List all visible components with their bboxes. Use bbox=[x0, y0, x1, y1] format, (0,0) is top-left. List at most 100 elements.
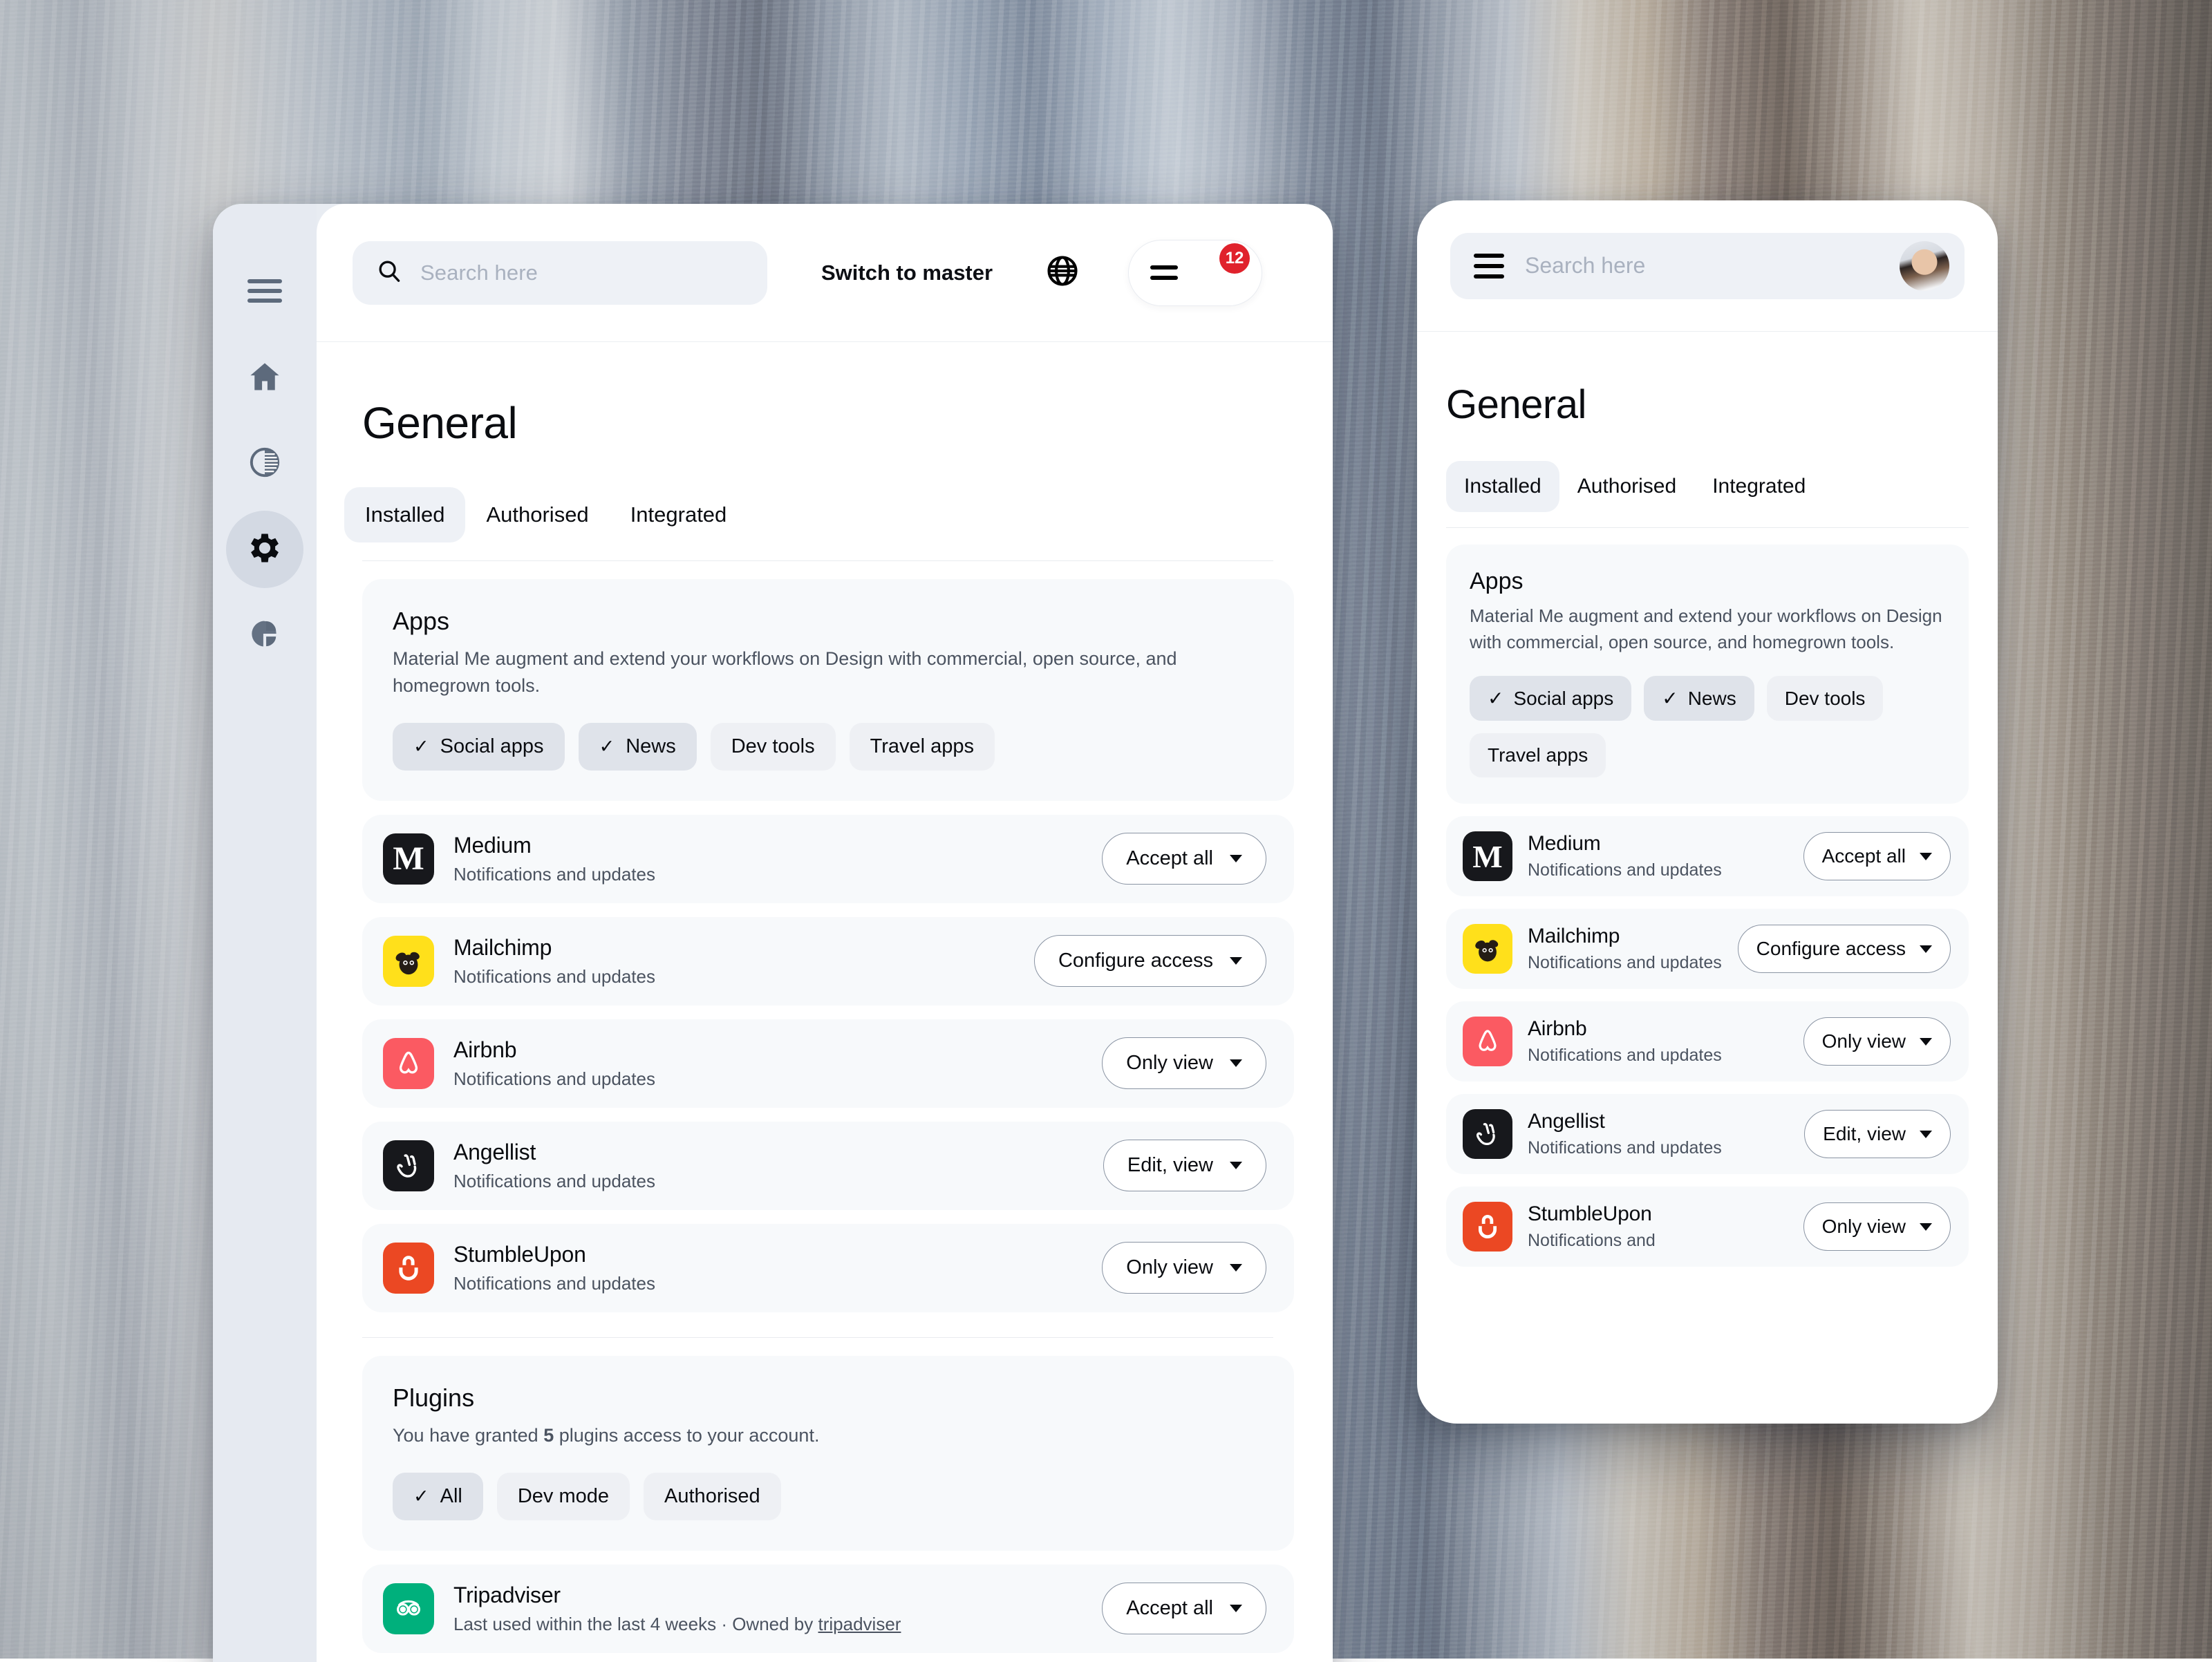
table-row[interactable]: M Medium Notifications and updates Accep… bbox=[362, 815, 1294, 903]
mobile-chip-news[interactable]: ✓ News bbox=[1644, 676, 1754, 721]
check-icon: ✓ bbox=[599, 737, 615, 756]
apps-card: Apps Material Me augment and extend your… bbox=[362, 579, 1294, 801]
angellist-icon bbox=[1463, 1109, 1512, 1159]
access-dropdown[interactable]: Configure access bbox=[1738, 925, 1951, 973]
stumbleupon-icon bbox=[383, 1243, 434, 1294]
sidebar-item-analytics[interactable] bbox=[226, 596, 303, 674]
table-row[interactable]: Airbnb Notifications and updates Only vi… bbox=[362, 1019, 1294, 1108]
mobile-list-item[interactable]: M Medium Notifications and updates Accep… bbox=[1446, 816, 1969, 896]
access-dropdown[interactable]: Edit, view bbox=[1804, 1110, 1951, 1158]
avatar[interactable] bbox=[1900, 241, 1949, 291]
app-subtitle: Notifications and updates bbox=[453, 1068, 1082, 1090]
plugin-subtitle-text: Last used within the last 4 weeks · Owne… bbox=[453, 1614, 818, 1634]
mobile-chip-travel-apps[interactable]: Travel apps bbox=[1470, 733, 1606, 777]
app-subtitle: Notifications and bbox=[1528, 1229, 1788, 1252]
access-label: Edit, view bbox=[1823, 1123, 1906, 1145]
access-dropdown[interactable]: Accept all bbox=[1102, 833, 1266, 885]
plugin-owner-link[interactable]: tripadviser bbox=[818, 1614, 901, 1634]
tab-installed[interactable]: Installed bbox=[344, 487, 465, 542]
mobile-list-item[interactable]: Angellist Notifications and updates Edit… bbox=[1446, 1094, 1969, 1174]
app-meta: Airbnb Notifications and updates bbox=[1528, 1017, 1788, 1067]
chip-social-apps[interactable]: ✓ Social apps bbox=[393, 723, 565, 771]
mobile-tab-integrated[interactable]: Integrated bbox=[1694, 461, 1824, 512]
switch-to-master-button[interactable]: Switch to master bbox=[821, 261, 993, 285]
mobile-search-input[interactable]: Search here bbox=[1450, 233, 1965, 299]
desktop-topbar: Search here Switch to master bbox=[317, 204, 1333, 342]
mobile-list-item[interactable]: Mailchimp Notifications and updates Conf… bbox=[1446, 909, 1969, 989]
chip-label: Dev tools bbox=[1785, 688, 1866, 710]
access-dropdown[interactable]: Only view bbox=[1803, 1017, 1951, 1066]
table-row[interactable]: Mailchimp Notifications and updates Conf… bbox=[362, 917, 1294, 1005]
tab-bar: Installed Authorised Integrated bbox=[344, 487, 1294, 542]
language-button[interactable] bbox=[1042, 253, 1082, 293]
mobile-apps-card-description: Material Me augment and extend your work… bbox=[1470, 603, 1945, 655]
chip-authorised[interactable]: Authorised bbox=[644, 1473, 781, 1520]
access-label: Only view bbox=[1822, 1216, 1906, 1238]
mobile-window: Search here General Installed Authorised… bbox=[1417, 200, 1998, 1424]
access-label: Accept all bbox=[1822, 845, 1906, 867]
chevron-down-icon bbox=[1230, 1605, 1242, 1612]
chip-dev-mode[interactable]: Dev mode bbox=[497, 1473, 630, 1520]
chip-label: Dev tools bbox=[731, 735, 815, 758]
plugins-count: 5 bbox=[543, 1425, 554, 1446]
sidebar-item-contrast[interactable] bbox=[226, 425, 303, 502]
mobile-chip-dev-tools[interactable]: Dev tools bbox=[1767, 676, 1884, 721]
mobile-tab-authorised[interactable]: Authorised bbox=[1559, 461, 1694, 512]
hamburger-icon[interactable] bbox=[1474, 254, 1504, 278]
sidebar-rail bbox=[213, 204, 317, 1662]
access-dropdown[interactable]: Only view bbox=[1803, 1202, 1951, 1251]
table-row[interactable]: Tripadviser Last used within the last 4 … bbox=[362, 1565, 1294, 1653]
search-input[interactable]: Search here bbox=[353, 241, 767, 305]
chip-all[interactable]: ✓ All bbox=[393, 1473, 483, 1520]
table-row[interactable]: StumbleUpon Notifications and updates On… bbox=[362, 1224, 1294, 1312]
chip-travel-apps[interactable]: Travel apps bbox=[850, 723, 995, 771]
access-dropdown[interactable]: Edit, view bbox=[1103, 1140, 1266, 1191]
plugins-desc-after: plugins access to your account. bbox=[554, 1425, 819, 1446]
table-row[interactable]: Angellist Notifications and updates Edit… bbox=[362, 1122, 1294, 1210]
chip-dev-tools[interactable]: Dev tools bbox=[711, 723, 836, 771]
account-menu-button[interactable]: 12 bbox=[1128, 240, 1262, 306]
avatar[interactable]: 12 bbox=[1192, 249, 1240, 297]
app-meta: Tripadviser Last used within the last 4 … bbox=[453, 1583, 1082, 1635]
app-subtitle: Notifications and updates bbox=[1528, 1137, 1789, 1160]
angellist-icon bbox=[383, 1140, 434, 1191]
mailchimp-icon bbox=[383, 936, 434, 987]
stumbleupon-icon bbox=[1463, 1202, 1512, 1252]
mobile-apps-card-title: Apps bbox=[1470, 568, 1945, 595]
check-icon: ✓ bbox=[1662, 687, 1678, 710]
app-name: Airbnb bbox=[1528, 1017, 1788, 1041]
access-dropdown[interactable]: Configure access bbox=[1034, 935, 1266, 987]
chevron-down-icon bbox=[1920, 1038, 1932, 1046]
access-dropdown[interactable]: Only view bbox=[1102, 1242, 1266, 1294]
mobile-tab-installed[interactable]: Installed bbox=[1446, 461, 1559, 512]
access-dropdown[interactable]: Accept all bbox=[1803, 832, 1951, 880]
chip-label: Social apps bbox=[440, 735, 544, 758]
app-subtitle: Notifications and updates bbox=[453, 966, 1015, 988]
chevron-down-icon bbox=[1230, 1162, 1242, 1169]
app-name: Medium bbox=[1528, 832, 1788, 856]
plugins-divider bbox=[362, 1337, 1273, 1338]
plugins-card-title: Plugins bbox=[393, 1384, 1264, 1413]
mobile-list-item[interactable]: StumbleUpon Notifications and Only view bbox=[1446, 1187, 1969, 1267]
sidebar-menu-button[interactable] bbox=[226, 254, 303, 331]
search-icon bbox=[376, 258, 402, 287]
app-name: Angellist bbox=[453, 1140, 1084, 1165]
mobile-content: General Installed Authorised Integrated … bbox=[1417, 332, 1998, 1424]
sidebar-item-home[interactable] bbox=[226, 339, 303, 417]
chevron-down-icon bbox=[1230, 855, 1242, 862]
chip-label: All bbox=[440, 1485, 462, 1508]
tab-integrated[interactable]: Integrated bbox=[610, 487, 748, 542]
app-name: Angellist bbox=[1528, 1110, 1789, 1133]
access-dropdown[interactable]: Accept all bbox=[1102, 1583, 1266, 1634]
access-label: Configure access bbox=[1058, 950, 1213, 972]
chevron-down-icon bbox=[1920, 1223, 1932, 1231]
access-dropdown[interactable]: Only view bbox=[1102, 1037, 1266, 1089]
chip-news[interactable]: ✓ News bbox=[579, 723, 697, 771]
mobile-chip-social-apps[interactable]: ✓ Social apps bbox=[1470, 676, 1631, 721]
tab-authorised[interactable]: Authorised bbox=[465, 487, 609, 542]
app-name: Mailchimp bbox=[1528, 925, 1723, 948]
hamburger-icon bbox=[1150, 265, 1178, 280]
chevron-down-icon bbox=[1920, 1131, 1932, 1138]
sidebar-item-settings[interactable] bbox=[226, 511, 303, 588]
mobile-list-item[interactable]: Airbnb Notifications and updates Only vi… bbox=[1446, 1001, 1969, 1082]
